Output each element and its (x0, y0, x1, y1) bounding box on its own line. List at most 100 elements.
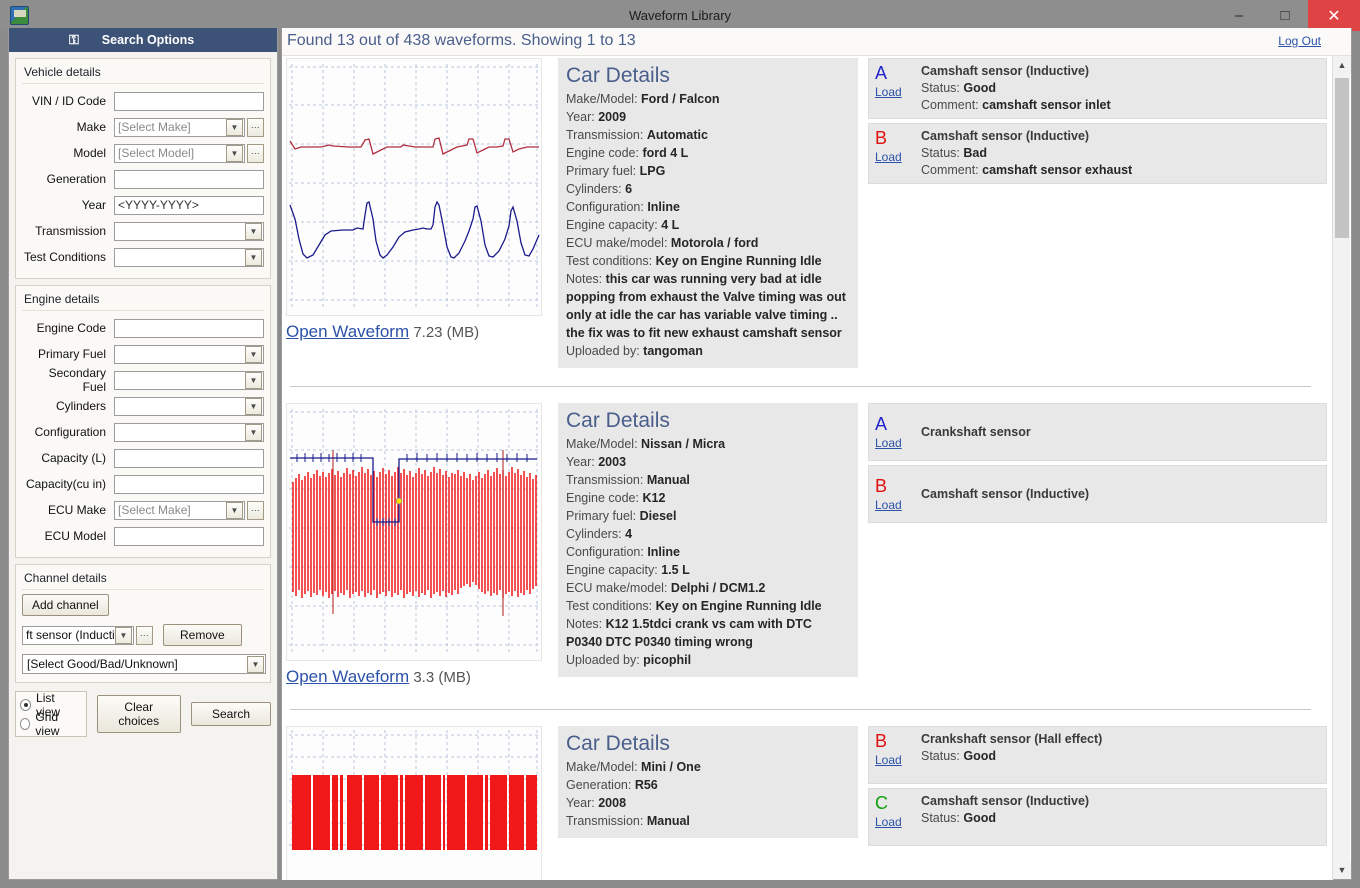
detail-row: Generation: R56 (566, 776, 850, 794)
channel-letter: A (875, 414, 888, 434)
detail-row-notes: Notes: this car was running very bad at … (566, 270, 850, 342)
detail-row: Configuration: Inline (566, 543, 850, 561)
configuration-select[interactable]: ▼ (114, 422, 264, 442)
detail-value: K12 (642, 491, 666, 505)
detail-value: Mini / One (641, 760, 701, 774)
detail-label: Make/Model: (566, 92, 638, 106)
close-button[interactable]: ✕ (1308, 0, 1360, 31)
radio-icon[interactable] (20, 717, 31, 730)
chevron-down-icon[interactable]: ▼ (247, 655, 264, 673)
engine-code-input[interactable] (114, 318, 264, 338)
search-options-panel: ⚿ Search Options Vehicle details VIN / I… (8, 28, 278, 880)
car-details-heading: Car Details (566, 64, 670, 87)
clear-choices-button[interactable]: Clear choices (96, 695, 181, 733)
minimize-button[interactable]: – (1216, 0, 1262, 31)
transmission-select[interactable]: ▼ (114, 221, 264, 241)
detail-label: Cylinders: (566, 182, 622, 196)
channel-status-value: [Select Good/Bad/Unknown] (27, 657, 178, 671)
detail-row: Make/Model: Mini / One (566, 758, 850, 776)
generation-input[interactable] (114, 169, 264, 189)
group-title-vehicle: Vehicle details (22, 63, 264, 84)
ecu-make-browse-button[interactable]: ⋯ (247, 500, 264, 520)
detail-label: Year: (566, 455, 595, 469)
detail-value: LPG (639, 164, 666, 178)
channel-load-link[interactable]: Load (875, 436, 915, 450)
channel-load-link[interactable]: Load (875, 753, 915, 767)
channel-load-link[interactable]: Load (875, 498, 915, 512)
chevron-down-icon[interactable]: ▼ (1333, 861, 1351, 879)
model-select[interactable]: [Select Model] ▼ (114, 143, 245, 163)
chevron-down-icon[interactable]: ▼ (226, 501, 243, 519)
vin-input[interactable] (114, 91, 264, 111)
waveform-thumbnail[interactable] (286, 403, 542, 661)
open-waveform-link[interactable]: Open Waveform (286, 667, 409, 686)
capacity-l-input[interactable] (114, 448, 264, 468)
channel-status-label: Status: (921, 81, 960, 95)
chevron-down-icon[interactable]: ▼ (245, 248, 262, 266)
detail-label: Primary fuel: (566, 164, 637, 178)
chevron-down-icon[interactable]: ▼ (245, 371, 262, 389)
channel-comment: Comment: camshaft sensor exhaust (921, 162, 1320, 179)
channel-load-link[interactable]: Load (875, 150, 915, 164)
channel-item: B Load Camshaft sensor (Inductive) (868, 465, 1327, 523)
detail-row: Engine code: K12 (566, 489, 850, 507)
radio-grid-view[interactable]: Grid view (20, 710, 78, 738)
chevron-down-icon[interactable]: ▼ (115, 626, 132, 644)
maximize-button[interactable]: □ (1262, 0, 1308, 31)
test-conditions-select[interactable]: ▼ (114, 247, 264, 267)
channel-load-link[interactable]: Load (875, 815, 915, 829)
chevron-up-icon[interactable]: ▲ (1333, 56, 1351, 74)
field-secondary-fuel: Secondary Fuel ▼ (22, 366, 264, 394)
ecu-make-select[interactable]: [Select Make] ▼ (114, 500, 245, 520)
pin-icon[interactable]: ⚿ (67, 32, 81, 48)
chevron-down-icon[interactable]: ▼ (245, 222, 262, 240)
field-primary-fuel: Primary Fuel ▼ (22, 341, 264, 367)
channel-load-link[interactable]: Load (875, 85, 915, 99)
chevron-down-icon[interactable]: ▼ (245, 397, 262, 415)
channel-status-select[interactable]: [Select Good/Bad/Unknown] ▼ (22, 654, 266, 674)
search-button[interactable]: Search (190, 702, 271, 726)
result-divider (290, 386, 1311, 387)
detail-label: Engine code: (566, 491, 639, 505)
field-vin: VIN / ID Code (22, 88, 264, 114)
ecu-model-input[interactable] (114, 526, 264, 546)
make-select[interactable]: [Select Make] ▼ (114, 117, 245, 137)
chevron-down-icon[interactable]: ▼ (245, 345, 262, 363)
sidebar-footer: List view Grid view Clear choices Search (15, 691, 271, 738)
channel-sensor-select[interactable]: ft sensor (Inductive) ▼ (22, 625, 134, 645)
label-test-conditions: Test Conditions (23, 250, 106, 264)
vertical-scrollbar[interactable]: ▲ ▼ (1332, 56, 1351, 879)
open-waveform-link[interactable]: Open Waveform (286, 322, 409, 341)
chevron-down-icon[interactable]: ▼ (226, 144, 243, 162)
channel-status: Status: Good (921, 810, 1320, 827)
detail-value: 2008 (598, 796, 627, 810)
detail-row: Engine capacity: 4 L (566, 216, 850, 234)
scrollbar-thumb[interactable] (1335, 78, 1349, 238)
channel-letter: C (875, 793, 888, 813)
cylinders-select[interactable]: ▼ (114, 396, 264, 416)
detail-row: Engine capacity: 1.5 L (566, 561, 850, 579)
detail-label: ECU make/model: (566, 581, 668, 595)
chevron-down-icon[interactable]: ▼ (226, 118, 243, 136)
model-browse-button[interactable]: ⋯ (247, 143, 264, 163)
channel-browse-button[interactable]: ⋯ (136, 625, 153, 645)
label-configuration: Configuration (34, 425, 106, 439)
open-waveform-row: Open Waveform 3.3 (MB) (286, 661, 548, 691)
channel-comment-label: Comment: (921, 98, 979, 112)
waveform-thumbnail[interactable] (286, 58, 542, 316)
logout-link[interactable]: Log Out (1278, 34, 1321, 48)
radio-icon-selected[interactable] (20, 698, 32, 711)
detail-label: Test conditions: (566, 254, 653, 268)
primary-fuel-select[interactable]: ▼ (114, 344, 264, 364)
channel-info: Camshaft sensor (Inductive) Status: Bad … (915, 128, 1320, 179)
detail-value: Nissan / Micra (641, 437, 726, 451)
make-browse-button[interactable]: ⋯ (247, 117, 264, 137)
chevron-down-icon[interactable]: ▼ (245, 423, 262, 441)
add-channel-button[interactable]: Add channel (22, 594, 109, 616)
channel-comment: Comment: camshaft sensor inlet (921, 97, 1320, 114)
capacity-cuin-input[interactable] (114, 474, 264, 494)
remove-channel-button[interactable]: Remove (163, 624, 242, 646)
secondary-fuel-select[interactable]: ▼ (114, 370, 264, 390)
year-input[interactable] (114, 195, 264, 215)
waveform-thumbnail[interactable] (286, 726, 542, 880)
